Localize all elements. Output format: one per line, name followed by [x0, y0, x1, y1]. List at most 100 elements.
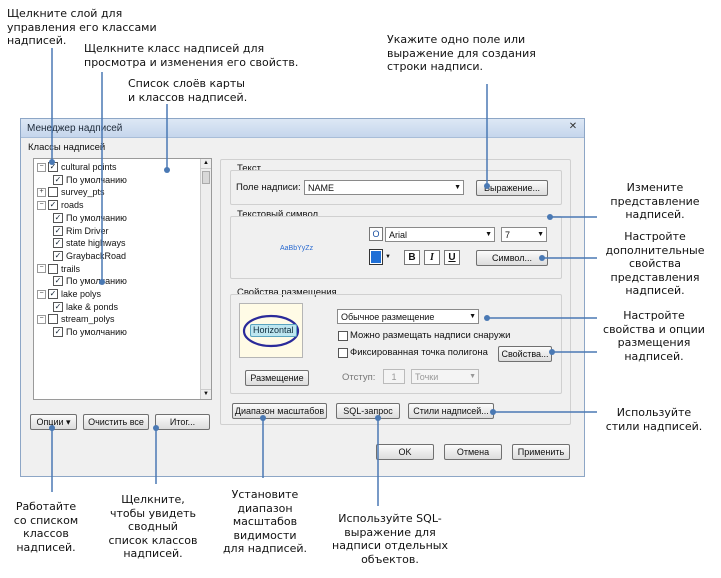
tree-class-row[interactable]: ✓ state highways	[53, 237, 126, 249]
symbol-preview: AaBbYyZz	[280, 245, 314, 252]
tree-item-label: По умолчанию	[66, 212, 127, 223]
tree-class-row[interactable]: ✓ GraybackRoad	[53, 250, 126, 262]
label-classes-heading: Классы надписей	[28, 142, 106, 153]
collapse-icon[interactable]: −	[37, 200, 46, 210]
tree-layer-row[interactable]: − stream_polys	[37, 313, 115, 325]
fixed-point-checkbox[interactable]	[338, 348, 348, 358]
tree-checkbox[interactable]	[48, 314, 58, 325]
tree-checkbox[interactable]: ✓	[53, 238, 63, 249]
tree-checkbox[interactable]: ✓	[48, 200, 58, 211]
tree-checkbox[interactable]: ✓	[53, 212, 63, 223]
collapse-icon[interactable]: −	[37, 264, 46, 274]
label-field-label: Поле надписи:	[236, 182, 301, 193]
color-picker[interactable]	[369, 249, 383, 265]
tree-checkbox[interactable]: ✓	[53, 301, 63, 312]
placement-preview-label: Horizontal	[250, 324, 297, 337]
tree-checkbox[interactable]	[48, 187, 58, 198]
underline-button[interactable]: U	[444, 250, 460, 265]
placement-mode-select[interactable]: Обычное размещение ▼	[337, 309, 479, 324]
tree-item-label: stream_polys	[61, 314, 115, 325]
font-size-value: 7	[505, 229, 511, 240]
callout-summary: Щелкните, чтобы увидеть сводный список к…	[108, 493, 198, 560]
outside-placement-label: Можно размещать надписи снаружи	[350, 330, 511, 341]
collapse-icon[interactable]: −	[37, 162, 46, 172]
bold-button[interactable]: B	[404, 250, 420, 265]
tree-item-label: По умолчанию	[66, 174, 127, 185]
dropdown-arrow-icon: ▼	[469, 373, 476, 380]
tree-checkbox[interactable]: ✓	[53, 276, 63, 287]
outside-placement-checkbox[interactable]	[338, 331, 348, 341]
dropdown-arrow-icon: ▼	[485, 231, 492, 238]
callout-styles: Используйте стили надписей.	[605, 406, 703, 433]
color-swatch	[371, 251, 381, 263]
tree-class-row[interactable]: ✓ По умолчанию	[53, 275, 127, 287]
collapse-icon[interactable]: −	[37, 314, 46, 324]
tree-class-row[interactable]: ✓ По умолчанию	[53, 326, 127, 338]
placement-properties-button[interactable]: Свойства...	[498, 346, 552, 362]
label-field-select[interactable]: NAME ▼	[304, 180, 464, 195]
cancel-button[interactable]: Отмена	[444, 444, 502, 460]
clear-all-button[interactable]: Очистить все	[83, 414, 149, 430]
close-icon[interactable]: ✕	[566, 121, 580, 134]
label-manager-dialog: Менеджер надписей ✕ Классы надписей ▲ ▼ …	[20, 118, 585, 477]
callout-sql: Используйте SQL- выражение для надписи о…	[332, 512, 448, 566]
tree-checkbox[interactable]: ✓	[53, 225, 63, 236]
tree-checkbox[interactable]: ✓	[53, 327, 63, 338]
symbol-button[interactable]: Символ...	[476, 250, 548, 266]
callout-scale: Установите диапазон масштабов видимости …	[222, 488, 308, 555]
italic-button[interactable]: I	[424, 250, 440, 265]
apply-button[interactable]: Применить	[512, 444, 570, 460]
expand-icon[interactable]: +	[37, 187, 46, 197]
font-size-select[interactable]: 7 ▼	[501, 227, 547, 242]
placement-preview: Horizontal	[239, 303, 303, 358]
dialog-title: Менеджер надписей	[27, 122, 123, 134]
tree-class-row[interactable]: ✓ Rim Driver	[53, 225, 109, 237]
callout-list: Список слоёв карты и классов надписей.	[128, 77, 248, 104]
tree-class-row[interactable]: ✓ По умолчанию	[53, 174, 127, 186]
tree-class-row[interactable]: ✓ lake & ponds	[53, 301, 118, 313]
summary-button[interactable]: Итог...	[155, 414, 210, 430]
tree-checkbox[interactable]: ✓	[53, 250, 63, 261]
tree-checkbox[interactable]: ✓	[48, 289, 58, 299]
tree-item-label: roads	[61, 200, 84, 211]
tree-item-label: По умолчанию	[66, 276, 127, 287]
label-field-value: NAME	[308, 182, 335, 193]
callout-placement: Настройте свойства и опции размещения на…	[603, 309, 705, 363]
tree-checkbox[interactable]: ✓	[48, 162, 58, 172]
dialog-titlebar: Менеджер надписей	[21, 119, 584, 138]
collapse-icon[interactable]: −	[37, 289, 46, 299]
tree-scrollbar[interactable]: ▲ ▼	[200, 159, 211, 399]
tree-checkbox[interactable]	[48, 263, 58, 274]
offset-unit-value: Точки	[415, 371, 439, 382]
tree-layer-row[interactable]: − trails	[37, 263, 80, 275]
callout-options: Работайте со списком классов надписей.	[13, 500, 79, 554]
offset-unit-select[interactable]: Точки ▼	[411, 369, 479, 384]
tree-item-label: По умолчанию	[66, 327, 127, 338]
label-class-tree[interactable]: ▲ ▼ − ✓ cultural points ✓ По умолчанию + surve…	[33, 158, 212, 400]
label-styles-button[interactable]: Стили надписей...	[408, 403, 494, 419]
callout-field: Укажите одно поле или выражение для созд…	[387, 33, 536, 73]
color-dropdown-icon[interactable]: ▼	[384, 249, 392, 265]
tree-class-row[interactable]: ✓ По умолчанию	[53, 212, 127, 224]
scale-range-button[interactable]: Диапазон масштабов	[232, 403, 327, 419]
offset-input[interactable]: 1	[383, 369, 405, 384]
tree-layer-row[interactable]: − ✓ roads	[37, 199, 84, 211]
expression-button[interactable]: Выражение...	[476, 180, 548, 196]
fixed-point-label: Фиксированная точка полигона	[350, 347, 488, 358]
font-select[interactable]: Arial ▼	[385, 227, 495, 242]
tree-checkbox[interactable]: ✓	[53, 174, 63, 185]
ok-button[interactable]: OK	[376, 444, 434, 460]
tree-layer-row[interactable]: + survey_pts	[37, 186, 105, 198]
tree-item-label: lake polys	[61, 289, 102, 299]
sql-query-button[interactable]: SQL-запрос	[336, 403, 400, 419]
tree-item-label: lake & ponds	[66, 301, 119, 312]
tree-item-label: state highways	[66, 238, 126, 249]
dropdown-arrow-icon: ▼	[469, 313, 476, 320]
placement-button[interactable]: Размещение	[245, 370, 309, 386]
tree-item-label: cultural points	[61, 162, 117, 172]
tree-layer-row[interactable]: − ✓ cultural points	[37, 161, 117, 173]
dropdown-arrow-icon: ▼	[537, 231, 544, 238]
callout-symbol-change: Измените представление надписей.	[610, 181, 700, 221]
options-button[interactable]: Опции ▾	[30, 414, 77, 430]
tree-layer-row[interactable]: − ✓ lake polys	[37, 288, 101, 300]
